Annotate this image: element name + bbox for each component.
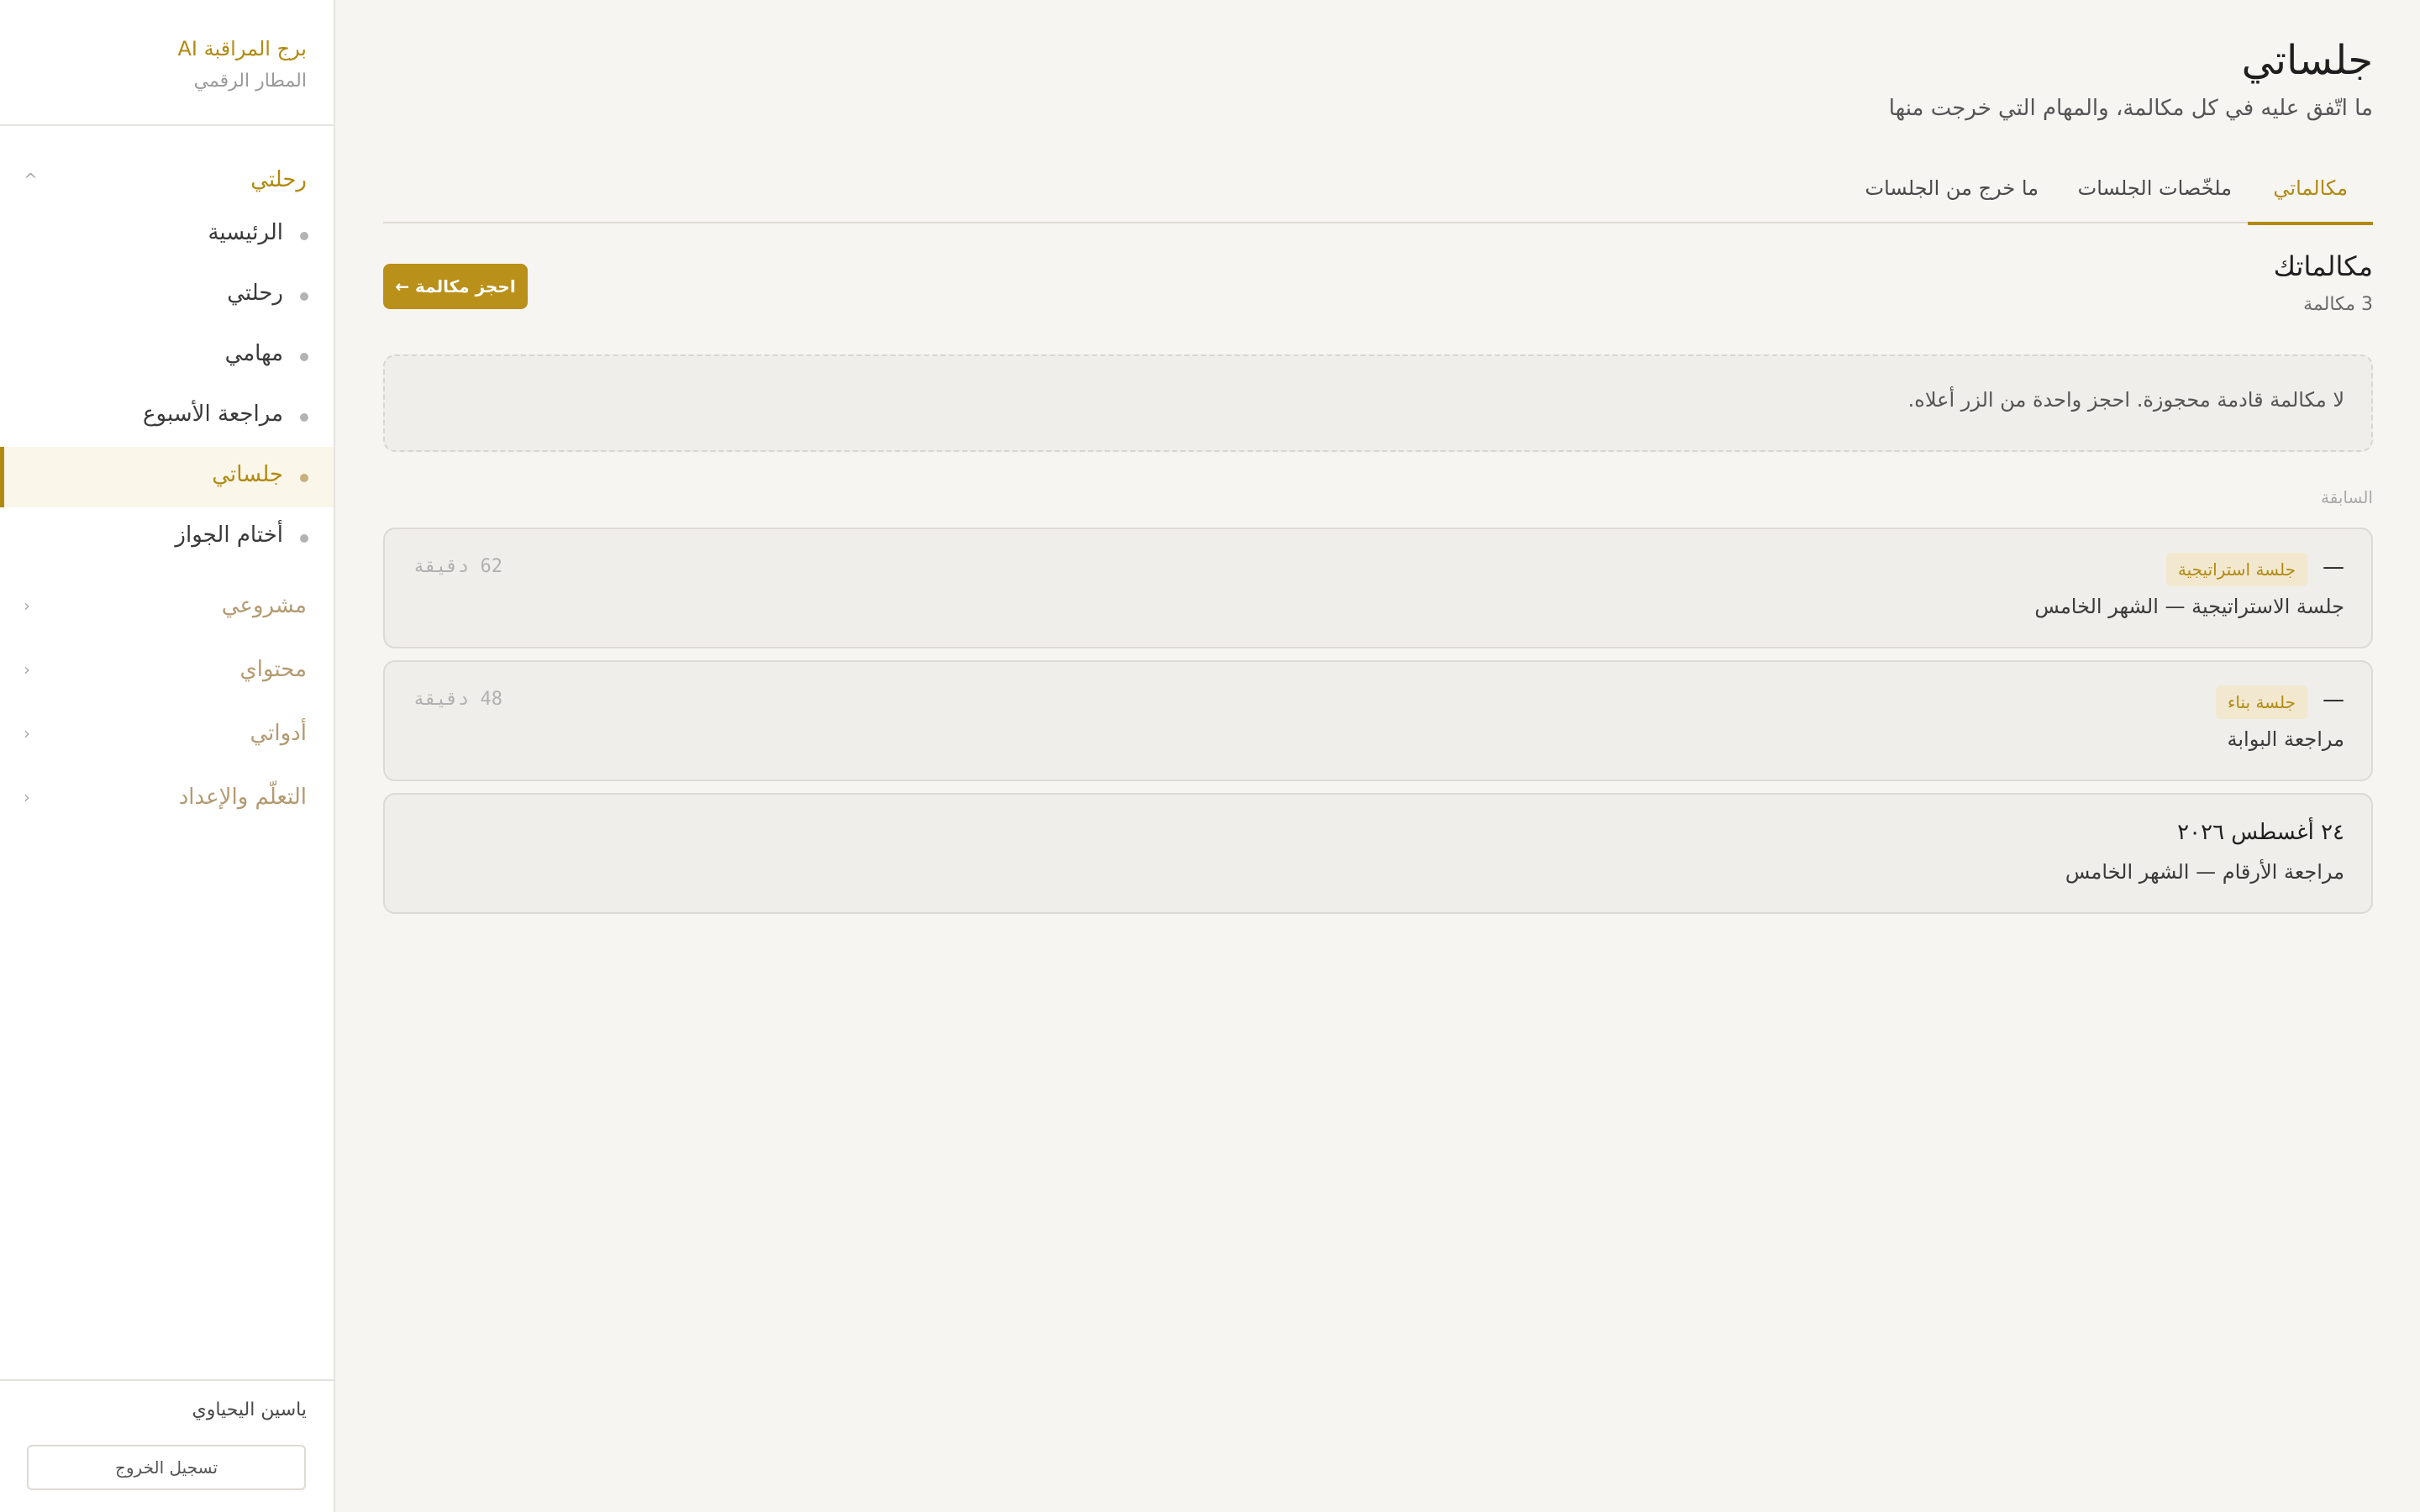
sidebar-item-tasks[interactable]: مهامي <box>0 326 334 386</box>
dash-icon: — <box>2323 687 2344 712</box>
page-subtitle: ما اتّفق عليه في كل مكالمة، والمهام التي… <box>1888 96 2373 121</box>
tab-my-calls[interactable]: مكالماتي <box>2248 176 2373 225</box>
call-title: مراجعة البوابة <box>2227 727 2344 751</box>
bullet-icon <box>300 292 308 301</box>
nav-group-project[interactable]: مشروعي ‹ <box>0 589 334 622</box>
call-date: ٢٤ أغسطس ٢٠٢٦ <box>2177 820 2344 845</box>
session-type-badge: جلسة بناء <box>2215 685 2307 719</box>
bullet-icon <box>300 534 308 543</box>
chevron-left-icon: ‹ <box>24 723 30 743</box>
empty-state-text: لا مكالمة قادمة محجوزة. احجز واحدة من ال… <box>1907 388 2344 412</box>
chevron-left-icon: ‹ <box>24 659 30 680</box>
call-card[interactable]: ٢٤ أغسطس ٢٠٢٦ مراجعة الأرقام — الشهر الخ… <box>383 793 2373 914</box>
sidebar-item-journey[interactable]: رحلتي <box>0 265 334 326</box>
call-duration: 48 دقيقة <box>413 689 502 710</box>
page-title: جلساتي <box>2241 37 2373 84</box>
sidebar-item-label: مراجعة الأسبوع <box>143 402 283 427</box>
book-call-button[interactable]: احجز مكالمة ← <box>383 264 528 309</box>
divider <box>0 1379 334 1381</box>
previous-section-label: السابقة <box>2321 487 2373 507</box>
sidebar: برج المراقبة AI المطار الرقمي رحلتي ^ ال… <box>0 0 335 1512</box>
sidebar-item-label: أختام الجواز <box>175 522 283 548</box>
sidebar-item-label: مهامي <box>224 341 283 366</box>
tab-bar: مكالماتي ملخّصات الجلسات ما خرج من الجلس… <box>383 160 2373 225</box>
call-title: مراجعة الأرقام — الشهر الخامس <box>2065 860 2344 884</box>
tab-session-outcomes[interactable]: ما خرج من الجلسات <box>1865 176 2039 222</box>
brand-title: برج المراقبة AI <box>177 37 307 60</box>
call-card[interactable]: — جلسة استراتيجية جلسة الاستراتيجية — ال… <box>383 528 2373 648</box>
chevron-left-icon: ‹ <box>24 596 30 616</box>
call-duration: 62 دقيقة <box>413 556 502 577</box>
nav-group-learning[interactable]: التعلّم والإعداد ‹ <box>0 780 334 814</box>
nav-group-label: محتواي <box>239 657 307 682</box>
sidebar-item-label: جلساتي <box>212 462 283 487</box>
section-title: مكالماتك <box>2273 250 2373 282</box>
nav-group-label: التعلّم والإعداد <box>178 785 307 810</box>
brand: برج المراقبة AI المطار الرقمي <box>177 34 307 96</box>
empty-state: لا مكالمة قادمة محجوزة. احجز واحدة من ال… <box>383 354 2373 452</box>
nav-group-journey[interactable]: رحلتي ^ <box>0 163 334 197</box>
sidebar-item-label: الرئيسية <box>208 220 283 245</box>
divider <box>0 124 334 126</box>
tab-session-summaries[interactable]: ملخّصات الجلسات <box>2078 176 2232 222</box>
sidebar-item-passport-stamps[interactable]: أختام الجواز <box>0 507 334 568</box>
main-content: جلساتي ما اتّفق عليه في كل مكالمة، والمه… <box>383 0 2373 1512</box>
chevron-up-icon: ^ <box>24 170 38 190</box>
sidebar-item-label: رحلتي <box>227 281 283 306</box>
bullet-icon <box>300 232 308 240</box>
chevron-left-icon: ‹ <box>24 787 30 807</box>
nav-group-label: أدواتي <box>250 721 308 746</box>
logout-button[interactable]: تسجيل الخروج <box>27 1445 306 1490</box>
call-title: جلسة الاستراتيجية — الشهر الخامس <box>2034 595 2344 618</box>
dash-icon: — <box>2323 554 2344 580</box>
user-name: ياسين اليحياوي <box>192 1399 307 1420</box>
nav-group-content[interactable]: محتواي ‹ <box>0 653 334 686</box>
sidebar-item-home[interactable]: الرئيسية <box>0 205 334 265</box>
session-type-badge: جلسة استراتيجية <box>2165 553 2307 586</box>
sidebar-item-sessions[interactable]: جلساتي <box>0 447 334 507</box>
nav-group-label: رحلتي <box>250 167 307 192</box>
nav-group-label: مشروعي <box>221 593 307 618</box>
call-card[interactable]: — جلسة بناء مراجعة البوابة 48 دقيقة <box>383 660 2373 781</box>
brand-subtitle: المطار الرقمي <box>193 71 307 92</box>
sidebar-item-weekly-review[interactable]: مراجعة الأسبوع <box>0 386 334 447</box>
nav-group-tools[interactable]: أدواتي ‹ <box>0 717 334 750</box>
bullet-icon <box>300 474 308 482</box>
calls-count: 3 مكالمة <box>2303 294 2373 315</box>
bullet-icon <box>300 413 308 422</box>
bullet-icon <box>300 353 308 361</box>
